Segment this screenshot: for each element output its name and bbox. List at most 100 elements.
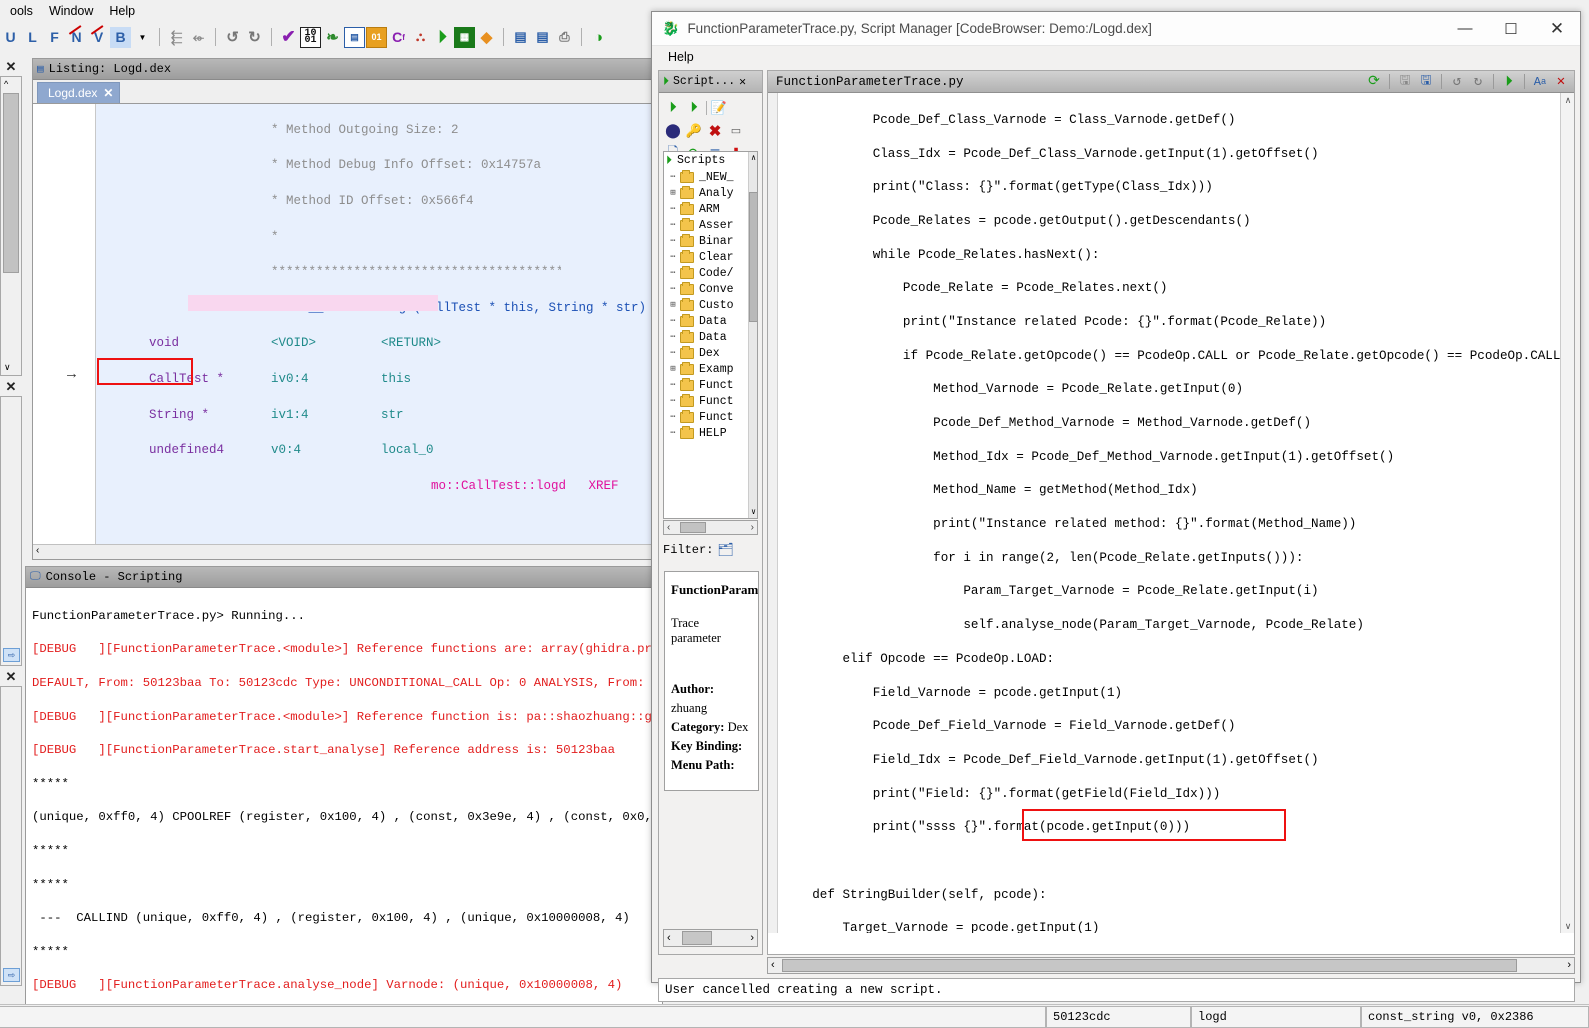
close-icon[interactable]: ✕: [1552, 73, 1570, 91]
undo-byte-icon[interactable]: U: [0, 27, 21, 48]
scroll-up-icon[interactable]: ∧: [749, 152, 757, 164]
refresh-script-icon[interactable]: ◑: [588, 27, 609, 48]
tree-item-label[interactable]: Data: [696, 315, 727, 328]
close-icon[interactable]: ✕: [103, 86, 113, 100]
run-icon[interactable]: ⏵: [1500, 73, 1518, 91]
expand-icon[interactable]: ⊞: [668, 364, 678, 374]
byte-viewer-icon[interactable]: 10 01: [300, 26, 321, 48]
script-panel-hscrollbar[interactable]: ‹ ›: [663, 929, 758, 947]
clear-function-icon[interactable]: N: [66, 24, 87, 48]
editor-code[interactable]: Pcode_Def_Class_Varnode = Class_Varnode.…: [782, 95, 1574, 933]
script-folder-tree[interactable]: ⏵ Scripts ⋯ _NEW_ ⊞ Analy ⋯ ARM ⋯ Asser ⋯ Bin…: [663, 151, 758, 519]
tree-item-label[interactable]: Examp: [696, 363, 734, 376]
panel2-close-icon[interactable]: ✕: [2, 378, 20, 396]
tree-item-label[interactable]: Custo: [696, 299, 734, 312]
print-icon[interactable]: ⎙: [554, 27, 575, 48]
tree-item-label[interactable]: Funct: [696, 379, 734, 392]
export-table-icon[interactable]: ▤: [532, 27, 553, 48]
key-binding-icon[interactable]: 🔑: [685, 122, 703, 140]
decompiler-icon[interactable]: ❧: [322, 27, 343, 48]
tree-item-label[interactable]: Funct: [696, 395, 734, 408]
tree-item-label[interactable]: Conve: [696, 283, 734, 296]
scroll-left-icon[interactable]: ‹: [667, 932, 671, 944]
expand-icon[interactable]: ⋯: [668, 428, 678, 438]
expand-icon[interactable]: ⊞: [668, 300, 678, 310]
expand-icon[interactable]: ⋯: [668, 220, 678, 230]
expand-icon[interactable]: ⋯: [668, 236, 678, 246]
scroll-thumb[interactable]: [749, 192, 757, 322]
editor-vscrollbar[interactable]: ∧ ∨: [1560, 93, 1574, 933]
tree-item-label[interactable]: Clear: [696, 251, 734, 264]
close-button[interactable]: ✕: [1534, 12, 1580, 46]
console-output[interactable]: FunctionParameterTrace.py> Running... [D…: [26, 588, 662, 1006]
memory-map-icon[interactable]: ▦: [454, 26, 475, 48]
call-tree-icon[interactable]: ⛬: [410, 27, 431, 48]
previous-function-icon[interactable]: ⬱: [166, 27, 187, 48]
scroll-thumb[interactable]: [682, 931, 712, 945]
expand-icon[interactable]: ⋯: [668, 268, 678, 278]
minimize-button[interactable]: —: [1442, 12, 1488, 46]
table-icon[interactable]: ▤: [510, 27, 531, 48]
tree-root[interactable]: ⏵ Scripts: [664, 152, 757, 169]
bookmark-icon[interactable]: B: [110, 26, 131, 48]
tree-item-label[interactable]: Analy: [696, 187, 734, 200]
expand-icon[interactable]: ⋯: [668, 172, 678, 182]
expand-icon[interactable]: ⋯: [668, 252, 678, 262]
script-manager-titlebar[interactable]: 🐉 FunctionParameterTrace.py, Script Mana…: [652, 12, 1580, 46]
eclipse-icon[interactable]: ⬤: [664, 122, 682, 140]
menu-tools[interactable]: ools: [2, 2, 41, 20]
scroll-right-icon[interactable]: ›: [1567, 959, 1571, 971]
function-icon[interactable]: F: [44, 27, 65, 48]
tree-item-label[interactable]: ARM: [696, 203, 720, 216]
expand-icon[interactable]: ⋯: [668, 204, 678, 214]
font-icon[interactable]: Aa: [1531, 73, 1549, 91]
save-as-icon[interactable]: 🖫: [1417, 73, 1435, 91]
rename-icon[interactable]: ▭: [727, 122, 745, 140]
scroll-left-icon[interactable]: ‹: [771, 959, 775, 971]
menu-help[interactable]: Help: [662, 48, 700, 66]
listing-hscrollbar[interactable]: ‹ ›: [33, 544, 659, 559]
scroll-left-icon[interactable]: ‹: [36, 545, 39, 556]
expand-icon[interactable]: ⋯: [668, 396, 678, 406]
diamond-icon[interactable]: ◆: [476, 27, 497, 48]
undo-icon[interactable]: ↺: [1448, 73, 1466, 91]
edit-script-icon[interactable]: 📝: [710, 99, 728, 117]
tree-item-label[interactable]: Asser: [696, 219, 734, 232]
scroll-up-icon[interactable]: ∧: [1561, 93, 1574, 107]
redo-icon[interactable]: ↻: [244, 27, 265, 48]
expand-icon[interactable]: ⋯: [668, 412, 678, 422]
tree-hscrollbar[interactable]: ‹ ›: [663, 520, 758, 535]
expand-icon[interactable]: ⊞: [668, 188, 678, 198]
expand-icon[interactable]: ⋯: [668, 348, 678, 358]
menu-window[interactable]: Window: [41, 2, 101, 20]
tree-vscrollbar[interactable]: ∧ ∨: [748, 152, 757, 518]
tree-item-label[interactable]: HELP: [696, 427, 727, 440]
filter-icon[interactable]: 🗂: [717, 543, 734, 558]
chevron-down-icon[interactable]: ▼: [132, 27, 153, 48]
panel3-close-icon[interactable]: ✕: [2, 668, 20, 686]
listing-body[interactable]: → * Method Outgoing Size: 2 * Method Deb…: [33, 104, 659, 559]
check-icon[interactable]: ✔: [278, 27, 299, 48]
scroll-thumb[interactable]: [782, 959, 1517, 972]
bundle-icon[interactable]: 01: [366, 26, 387, 48]
refresh-icon[interactable]: ⟳: [1365, 73, 1383, 91]
save-icon[interactable]: 🖫: [1396, 73, 1414, 91]
menu-help[interactable]: Help: [101, 2, 143, 20]
tree-item-label[interactable]: Code/: [696, 267, 734, 280]
scroll-right-icon[interactable]: ›: [750, 932, 754, 944]
undo-icon[interactable]: ↺: [222, 27, 243, 48]
scroll-right-icon[interactable]: ›: [749, 522, 756, 533]
delete-icon[interactable]: ✖: [706, 122, 724, 140]
tree-item-label[interactable]: Data: [696, 331, 727, 344]
editor-body[interactable]: Pcode_Def_Class_Varnode = Class_Varnode.…: [768, 93, 1574, 933]
run-script-in-editor-icon[interactable]: ⏵: [685, 99, 703, 117]
run-script-icon[interactable]: ⏵: [664, 99, 682, 117]
redo-icon[interactable]: ↻: [1469, 73, 1487, 91]
next-function-icon[interactable]: ⬰: [188, 27, 209, 48]
function-call-graph-icon[interactable]: Cf: [388, 27, 409, 48]
expand-icon[interactable]: ⋯: [668, 332, 678, 342]
expand-icon[interactable]: ⋯: [668, 284, 678, 294]
tree-item-label[interactable]: Binar: [696, 235, 734, 248]
close-icon[interactable]: ✕: [739, 74, 746, 89]
data-type-manager-icon[interactable]: ▤: [344, 26, 365, 48]
